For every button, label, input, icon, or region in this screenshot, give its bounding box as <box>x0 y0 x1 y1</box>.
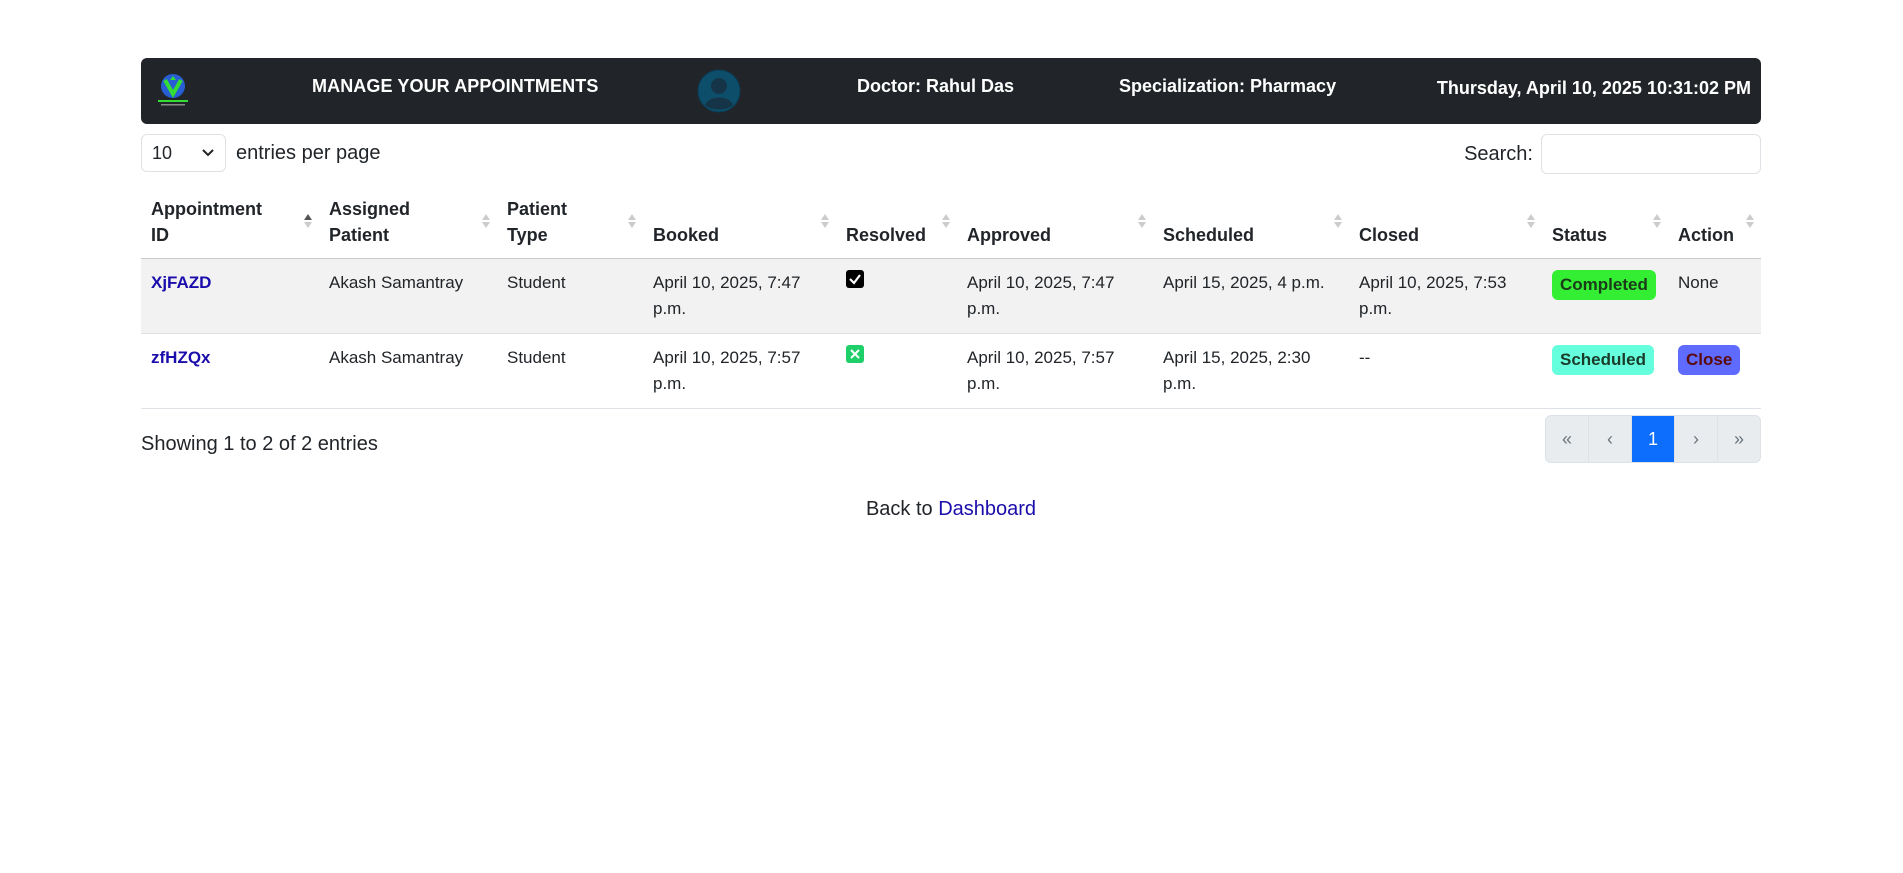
sort-icon <box>628 214 636 228</box>
table-row: zfHZQx Akash Samantray Student April 10,… <box>141 333 1761 409</box>
status-badge: Scheduled <box>1552 345 1654 375</box>
sort-icon <box>942 214 950 228</box>
pagination-first-button[interactable]: « <box>1546 416 1589 462</box>
action-cell: None <box>1668 258 1761 334</box>
column-header-action[interactable]: Action <box>1668 188 1761 259</box>
patient-cell: Akash Samantray <box>319 258 497 334</box>
sort-icon <box>821 214 829 228</box>
user-avatar-icon <box>697 69 741 113</box>
column-header-approved[interactable]: Approved <box>957 188 1153 259</box>
status-badge: Completed <box>1552 270 1656 300</box>
patient-type-cell: Student <box>497 258 643 334</box>
pagination-next-button[interactable]: › <box>1675 416 1718 462</box>
dashboard-link[interactable]: Dashboard <box>938 498 1036 520</box>
column-header-status[interactable]: Status <box>1542 188 1668 259</box>
column-header-closed[interactable]: Closed <box>1349 188 1542 259</box>
resolved-cell <box>836 258 957 334</box>
closed-cell: -- <box>1349 333 1542 409</box>
current-datetime: Thursday, April 10, 2025 10:31:02 PM <box>1436 78 1751 98</box>
checkbox-unchecked-x-icon <box>846 345 864 363</box>
column-header-appointment-id[interactable]: Appointment ID <box>141 188 319 259</box>
status-cell: Completed <box>1542 258 1668 334</box>
appointment-id-link[interactable]: XjFAZD <box>151 273 211 292</box>
patient-cell: Akash Samantray <box>319 333 497 409</box>
column-header-assigned-patient[interactable]: Assigned Patient <box>319 188 497 259</box>
column-header-patient-type[interactable]: Patient Type <box>497 188 643 259</box>
column-header-scheduled[interactable]: Scheduled <box>1153 188 1349 259</box>
scheduled-cell: April 15, 2025, 2:30 p.m. <box>1153 333 1349 409</box>
back-to-dashboard: Back to Dashboard <box>141 498 1761 521</box>
checkbox-checked-icon <box>846 270 864 288</box>
action-cell: Close <box>1668 333 1761 409</box>
closed-cell: April 10, 2025, 7:53 p.m. <box>1349 258 1542 334</box>
approved-cell: April 10, 2025, 7:47 p.m. <box>957 258 1153 334</box>
table-row: XjFAZD Akash Samantray Student April 10,… <box>141 258 1761 334</box>
close-appointment-button[interactable]: Close <box>1678 345 1741 375</box>
entries-per-page-value: 10 <box>152 142 173 163</box>
sort-icon <box>1653 214 1661 228</box>
page-container: MANAGE YOUR APPOINTMENTS Doctor: Rahul D… <box>141 58 1761 520</box>
search-input[interactable] <box>1541 134 1761 174</box>
back-text: Back to <box>865 498 939 520</box>
table-header-row: Appointment ID Assigned Patient Patient Typ… <box>141 188 1761 259</box>
sort-icon <box>1334 214 1342 228</box>
entries-per-page-label: entries per page <box>236 142 381 164</box>
sort-icon <box>1527 214 1535 228</box>
sort-icon <box>482 214 490 228</box>
page-title: MANAGE YOUR APPOINTMENTS <box>312 76 599 96</box>
sort-icon <box>1138 214 1146 228</box>
header-bar: MANAGE YOUR APPOINTMENTS Doctor: Rahul D… <box>141 58 1761 124</box>
appointments-table: Appointment ID Assigned Patient Patient Typ… <box>141 188 1761 409</box>
sort-ascending-icon <box>304 214 312 228</box>
entries-per-page-select[interactable]: 10 <box>141 134 226 172</box>
column-header-booked[interactable]: Booked <box>643 188 836 259</box>
pagination-page-1[interactable]: 1 <box>1632 416 1675 462</box>
booked-cell: April 10, 2025, 7:57 p.m. <box>643 333 836 409</box>
approved-cell: April 10, 2025, 7:57 p.m. <box>957 333 1153 409</box>
pagination-prev-button[interactable]: ‹ <box>1589 416 1632 462</box>
status-cell: Scheduled <box>1542 333 1668 409</box>
chevron-down-icon <box>202 149 214 157</box>
resolved-cell <box>836 333 957 409</box>
pagination-last-button[interactable]: » <box>1718 416 1760 462</box>
scheduled-cell: April 15, 2025, 4 p.m. <box>1153 258 1349 334</box>
booked-cell: April 10, 2025, 7:47 p.m. <box>643 258 836 334</box>
specialization: Specialization: Pharmacy <box>1119 76 1337 96</box>
medical-logo-icon <box>158 74 188 106</box>
search-label: Search: <box>1464 143 1533 165</box>
sort-icon <box>1746 214 1754 228</box>
pagination: « ‹ 1 › » <box>1545 415 1761 463</box>
doctor-name: Doctor: Rahul Das <box>857 76 1015 96</box>
patient-type-cell: Student <box>497 333 643 409</box>
table-info: Showing 1 to 2 of 2 entries <box>141 433 378 455</box>
appointment-id-link[interactable]: zfHZQx <box>151 348 211 367</box>
column-header-resolved[interactable]: Resolved <box>836 188 957 259</box>
